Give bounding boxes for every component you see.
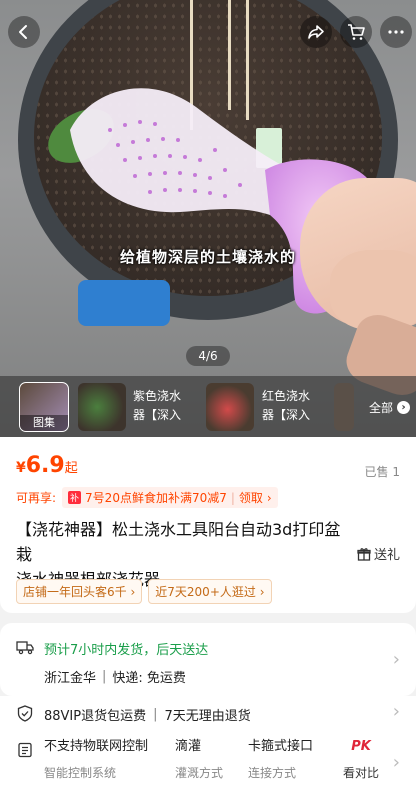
promo-claim[interactable]: 领取 [239, 489, 263, 506]
gift-label: 送礼 [373, 548, 400, 563]
spec-value: 不支持物联网控制 [44, 739, 149, 754]
spec-label: 连接方式 [248, 766, 297, 780]
tag-text: 近7天200+人逛过 [155, 585, 256, 599]
promo-row[interactable]: 可再享: 补 7号20点鲜食加补满70减7 | 领取 › [16, 487, 278, 508]
price-value: 6.9 [25, 453, 65, 478]
service-item: 7天无理由退货 [164, 709, 251, 724]
share-button[interactable] [300, 16, 332, 48]
thumbnail-image [206, 383, 254, 431]
share-icon [308, 25, 324, 39]
chevron-right-icon: › [397, 401, 410, 414]
coupon-icon: 补 [68, 491, 82, 504]
shipping-origin: 浙江金华 | 快递: 免运费 [44, 667, 186, 686]
spec-label: 灌溉方式 [175, 766, 224, 780]
image-caption: 给植物深层的土壤浇水的 [119, 248, 296, 266]
spec-iot-control: 不支持物联网控制 智能控制系统 [44, 734, 148, 786]
shield-check-icon [17, 705, 33, 722]
chevron-right-icon: › [392, 752, 400, 773]
thumbnail-red-label[interactable]: 红色浇水 器【深入 [262, 387, 328, 425]
spec-value: 卡箍式接口 [248, 739, 314, 754]
divider: | [230, 490, 235, 505]
divider: | [102, 669, 107, 684]
specs-section[interactable]: 不支持物联网控制 智能控制系统 滴灌 灌溉方式 卡箍式接口 连接方式 PK 看对… [0, 730, 416, 800]
image-counter: 4/6 [186, 346, 230, 366]
shipping-fee: 快递: 免运费 [112, 671, 186, 686]
product-info-card: ¥6.9起 已售 1 可再享: 补 7号20点鲜食加补满70减7 | 领取 › … [0, 437, 416, 613]
price: ¥6.9起 [16, 453, 78, 478]
chevron-left-icon [19, 25, 27, 39]
spec-list-icon [18, 742, 32, 758]
chevron-right-icon: › [392, 701, 400, 722]
service-item: 88VIP退货包运费 [44, 709, 147, 724]
back-button[interactable] [8, 16, 40, 48]
sold-count: 已售 1 [364, 465, 400, 479]
product-title-line: 【浇花神器】松土浇水工具阳台自动3d打印盆栽 [16, 520, 341, 564]
view-all-button[interactable]: 全部 › [369, 399, 410, 416]
gift-icon [357, 547, 371, 561]
spec-value: 滴灌 [175, 739, 202, 754]
thumbnail-red-variant[interactable] [206, 383, 254, 431]
gift-button[interactable]: 送礼 [357, 544, 400, 563]
thumbnail-label: 图集 [20, 415, 68, 431]
product-tags: 店铺一年回头客6千 › 近7天200+人逛过 › [16, 579, 272, 604]
cart-icon [348, 24, 365, 40]
view-all-label: 全部 [368, 401, 393, 415]
origin-text: 浙江金华 [44, 671, 97, 686]
compare-button[interactable]: PK 看对比 [341, 734, 381, 786]
spec-connection: 卡箍式接口 连接方式 [248, 734, 313, 786]
promo-label: 可再享: [16, 491, 57, 505]
thumbnail-image [334, 383, 354, 431]
chevron-right-icon: › [266, 490, 272, 505]
tag-repeat-customers[interactable]: 店铺一年回头客6千 › [16, 579, 143, 604]
cart-button[interactable] [340, 16, 372, 48]
pk-icon: PK [351, 739, 371, 754]
delivery-estimate: 预计7小时内发货，后天送达 [44, 643, 209, 658]
compare-label: 看对比 [342, 766, 379, 780]
product-image-gallery[interactable]: 给植物深层的土壤浇水的 4/6 [0, 0, 416, 437]
thumbnail-partial[interactable] [334, 383, 354, 431]
promo-text: 7号20点鲜食加补满70减7 [85, 491, 227, 505]
truck-icon [16, 641, 34, 655]
chevron-right-icon: › [259, 585, 265, 599]
thumbnail-gallery[interactable]: 图集 [19, 382, 69, 432]
price-suffix: 起 [64, 461, 78, 476]
spec-irrigation: 滴灌 灌溉方式 [175, 734, 223, 786]
spec-label: 智能控制系统 [44, 766, 117, 780]
more-menu-button[interactable] [380, 16, 412, 48]
chevron-right-icon: › [130, 585, 136, 599]
thumbnail-purple-variant[interactable] [78, 383, 126, 431]
service-guarantee-row[interactable]: 88VIP退货包运费 | 7天无理由退货 › [0, 696, 416, 730]
gallery-thumbnail-strip: 图集 紫色浇水 器【深入 红色浇水 器【深入 全部 › [0, 376, 416, 437]
thumbnail-purple-label[interactable]: 紫色浇水 器【深入 [133, 387, 199, 425]
divider: | [153, 707, 158, 722]
service-items: 88VIP退货包运费 | 7天无理由退货 [44, 705, 251, 724]
thumbnail-image [78, 383, 126, 431]
tag-recent-visitors[interactable]: 近7天200+人逛过 › [148, 579, 272, 604]
promo-coupon-chip[interactable]: 补 7号20点鲜食加补满70减7 | 领取 › [62, 487, 278, 508]
more-dots-icon [388, 30, 404, 34]
price-currency: ¥ [16, 460, 26, 476]
shipping-section[interactable]: 预计7小时内发货，后天送达 浙江金华 | 快递: 免运费 › [0, 623, 416, 696]
tag-text: 店铺一年回头客6千 [23, 585, 127, 599]
chevron-right-icon: › [392, 649, 400, 670]
